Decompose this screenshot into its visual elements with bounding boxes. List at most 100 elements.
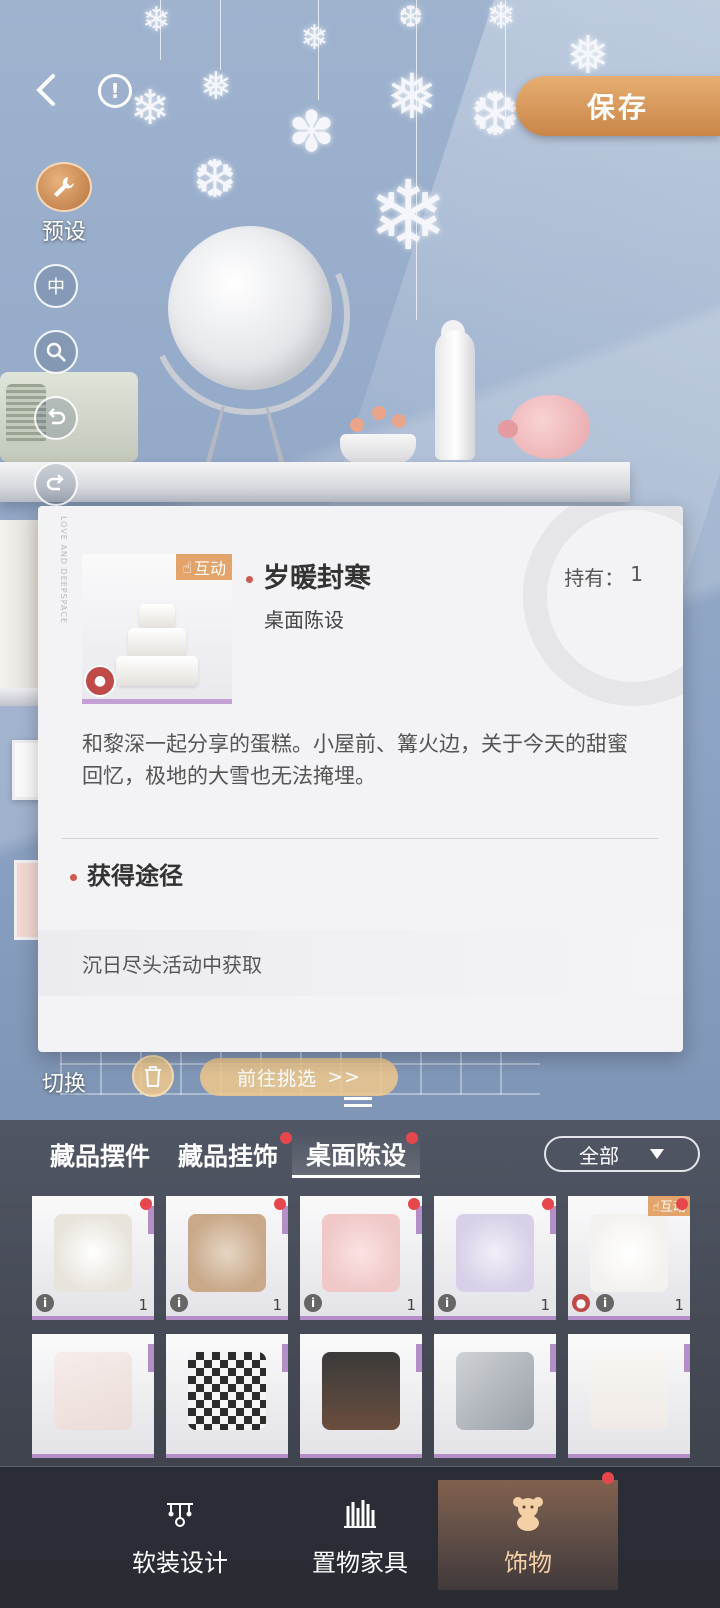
nav-furniture[interactable]: 置物家具 <box>270 1480 450 1590</box>
item-count: 1 <box>138 1296 148 1314</box>
item-image <box>322 1214 400 1292</box>
save-button[interactable]: 保存 <box>516 76 720 136</box>
rarity-strip <box>416 1344 422 1372</box>
snowflake-ornament: ❆ <box>193 150 237 210</box>
filter-dropdown[interactable]: 全部 <box>544 1136 700 1172</box>
center-view-button[interactable]: 中 <box>34 264 78 308</box>
item-card[interactable]: i 1 <box>434 1196 556 1320</box>
item-image <box>54 1352 132 1430</box>
divider <box>62 838 658 839</box>
notification-dot <box>602 1472 614 1484</box>
flower <box>350 418 364 432</box>
delete-button[interactable] <box>132 1055 174 1097</box>
tab-collection-ornaments[interactable]: 藏品摆件 <box>36 1132 164 1178</box>
flower-bowl[interactable] <box>340 434 416 464</box>
preset-tool[interactable]: 预设 <box>34 162 94 246</box>
triangle-down-icon <box>650 1149 664 1159</box>
panel-drag-handle[interactable] <box>344 1097 372 1107</box>
search-icon <box>46 342 66 362</box>
snowflake-ornament: ❄ <box>300 18 329 58</box>
item-image <box>188 1352 266 1430</box>
exclamation-icon: ! <box>110 79 120 103</box>
rarity-strip <box>282 1344 288 1372</box>
goto-label: 前往挑选 <box>237 1067 318 1090</box>
tab-collection-hangings[interactable]: 藏品挂饰 <box>164 1132 293 1178</box>
item-card[interactable] <box>300 1334 422 1458</box>
wrench-icon <box>36 162 92 212</box>
piggy-bank[interactable] <box>510 395 590 459</box>
switch-label: 切换 <box>41 1072 86 1097</box>
nav-label: 置物家具 <box>312 1548 408 1577</box>
cake-tier <box>139 604 175 628</box>
rarity-strip <box>684 1344 690 1372</box>
item-count: 1 <box>674 1296 684 1314</box>
rarity-strip <box>550 1206 556 1234</box>
venus-statue[interactable] <box>435 330 475 460</box>
rarity-strip <box>148 1344 154 1372</box>
globe[interactable] <box>168 226 332 390</box>
item-card[interactable] <box>434 1334 556 1458</box>
zoom-button[interactable] <box>34 330 78 374</box>
item-card[interactable]: i 1 <box>32 1196 154 1320</box>
nav-soft-decoration[interactable]: 软装设计 <box>90 1480 270 1590</box>
notification-dot <box>274 1198 286 1210</box>
item-image <box>322 1352 400 1430</box>
item-name: 岁暖封寒 <box>263 563 371 594</box>
hand-icon: ☝ <box>182 557 192 577</box>
item-image <box>456 1214 534 1292</box>
source-text: 沉日尽头活动中获取 <box>82 952 262 977</box>
info-icon[interactable]: i <box>304 1294 322 1312</box>
piggy-nose <box>498 420 518 438</box>
snowflake-ornament: ❅ <box>200 64 232 108</box>
undo-button[interactable] <box>34 396 78 440</box>
info-icon[interactable]: i <box>596 1294 614 1312</box>
redo-button[interactable] <box>34 462 78 506</box>
item-card[interactable]: i 1 <box>300 1196 422 1320</box>
item-image <box>590 1352 668 1430</box>
item-count: 1 <box>406 1296 416 1314</box>
item-card[interactable] <box>32 1334 154 1458</box>
wall-shelf <box>0 462 630 502</box>
info-icon[interactable]: i <box>36 1294 54 1312</box>
item-image <box>456 1352 534 1430</box>
notification-dot <box>280 1132 293 1144</box>
snowflake-ornament: ❆ <box>398 0 424 35</box>
notification-dot <box>406 1132 419 1144</box>
item-card[interactable]: i 1 <box>166 1196 288 1320</box>
rarity-strip <box>148 1206 154 1234</box>
info-button[interactable]: ! <box>98 74 132 108</box>
item-thumbnail: ☝ 互动 ● <box>82 554 232 704</box>
nav-label: 软装设计 <box>132 1548 228 1577</box>
tab-desktop-decor[interactable]: 桌面陈设 <box>292 1132 421 1178</box>
back-button[interactable] <box>28 70 64 110</box>
item-image <box>54 1214 132 1292</box>
cake-tier <box>128 628 186 656</box>
notification-dot <box>140 1198 152 1210</box>
double-chevron-icon: >> <box>327 1066 361 1088</box>
nav-label: 饰物 <box>504 1548 552 1577</box>
item-card[interactable] <box>166 1334 288 1458</box>
character-avatar-icon: ● <box>572 1294 590 1312</box>
rarity-strip <box>282 1206 288 1234</box>
source-entry[interactable]: 沉日尽头活动中获取 <box>38 930 683 996</box>
notification-dot <box>676 1198 688 1210</box>
brand-side-text: LOVE AND DEEPSPACE <box>59 516 68 625</box>
preset-label: 预设 <box>41 220 86 245</box>
items-grid: i 1 i 1 i 1 i 1 ☝互动 i ● 1 <box>32 1196 696 1458</box>
nav-ornaments[interactable]: 饰物 <box>438 1472 618 1590</box>
goto-select-button[interactable]: 前往挑选 >> <box>200 1058 398 1096</box>
notification-dot <box>542 1198 554 1210</box>
source-title: 获得途径 <box>87 861 183 890</box>
info-icon[interactable]: i <box>170 1294 188 1312</box>
item-card-selected[interactable]: ☝互动 i ● 1 <box>568 1196 690 1320</box>
filter-label: 全部 <box>579 1143 619 1168</box>
flower <box>392 414 406 428</box>
cake-image <box>112 594 202 694</box>
snowflake-ornament: ❆ <box>470 80 521 150</box>
notification-dot <box>408 1198 420 1210</box>
item-card[interactable] <box>568 1334 690 1458</box>
owned-label: 持有： <box>564 566 625 590</box>
teddy-bear-icon <box>508 1493 548 1533</box>
info-icon[interactable]: i <box>438 1294 456 1312</box>
bullet-dot <box>70 874 77 881</box>
